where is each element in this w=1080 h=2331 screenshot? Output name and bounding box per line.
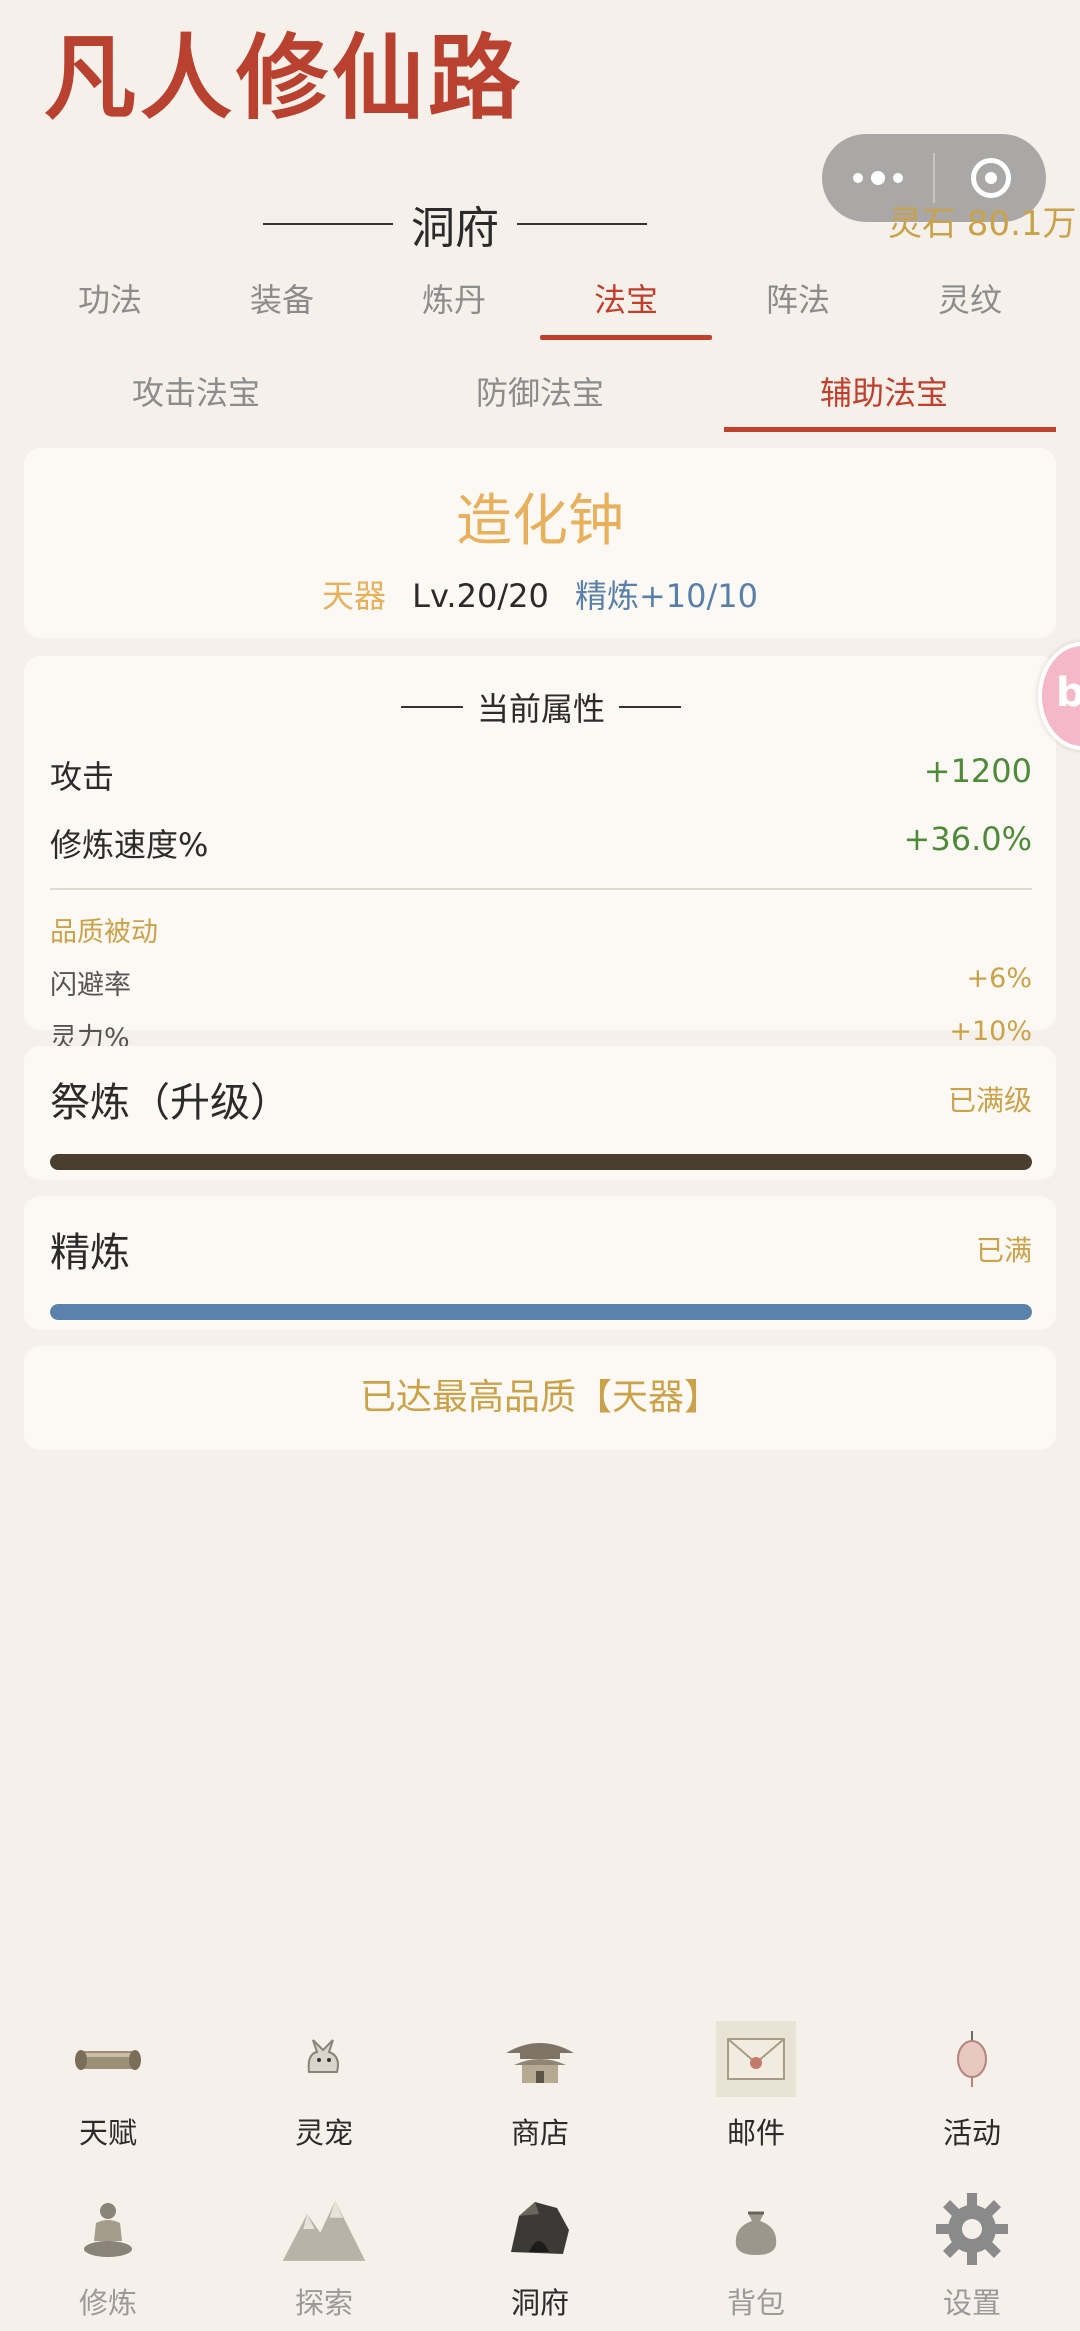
passive-row: 闪避率 +6% <box>50 963 1032 1002</box>
attributes-heading-text: 当前属性 <box>476 690 605 728</box>
attribute-name: 攻击 <box>50 758 115 796</box>
spirit-fox-icon <box>279 2014 369 2104</box>
attributes-divider <box>50 888 1032 890</box>
upgrade-progress-bar <box>50 1154 1032 1170</box>
item-level: Lv.20/20 <box>412 577 549 615</box>
pouch-icon <box>711 2184 801 2274</box>
tab-formation[interactable]: 阵法 <box>712 270 884 342</box>
subtab-support-treasure[interactable]: 辅助法宝 <box>712 362 1056 434</box>
passive-title: 品质被动 <box>50 917 158 948</box>
attribute-row: 修炼速度% +36.0% <box>50 820 1032 866</box>
title-line-right <box>517 223 647 225</box>
main-tabs: 功法 装备 炼丹 法宝 阵法 灵纹 <box>24 270 1056 342</box>
item-meta: 天器 Lv.20/20 精炼+10/10 <box>24 571 1056 617</box>
subtab-defense-treasure[interactable]: 防御法宝 <box>368 362 712 434</box>
tab-spirit-pattern[interactable]: 灵纹 <box>884 270 1056 342</box>
nav-explore[interactable]: 探索 <box>216 2184 432 2322</box>
more-dots-icon <box>852 171 903 185</box>
max-quality-note: 已达最高品质【天器】 <box>24 1346 1056 1450</box>
upgrade-card: 祭炼（升级） 已满级 <box>24 1046 1056 1180</box>
refine-status: 已满 <box>975 1234 1032 1267</box>
attribute-value: +1200 <box>923 752 1032 790</box>
nav-activity[interactable]: 活动 <box>864 2014 1080 2152</box>
meditation-icon <box>63 2184 153 2274</box>
nav-label: 洞府 <box>510 2286 569 2320</box>
nav-label: 探索 <box>294 2286 353 2320</box>
passive-value: +6% <box>966 963 1032 994</box>
tab-alchemy[interactable]: 炼丹 <box>368 270 540 342</box>
heading-line-right <box>619 706 681 708</box>
cave-rock-icon <box>495 2184 585 2274</box>
bottom-nav-top: 天赋 灵宠 商店 邮件 活动 <box>0 2014 1080 2152</box>
nav-label: 灵宠 <box>294 2116 353 2150</box>
pavilion-icon <box>495 2014 585 2104</box>
attributes-heading: 当前属性 <box>50 684 1032 730</box>
envelope-icon <box>711 2014 801 2104</box>
nav-shop[interactable]: 商店 <box>432 2014 648 2152</box>
nav-label: 修炼 <box>78 2286 137 2320</box>
section-title: 洞府 <box>0 192 910 256</box>
refine-label: 精炼 <box>50 1230 130 1276</box>
nav-spirit-pet[interactable]: 灵宠 <box>216 2014 432 2152</box>
nav-label: 背包 <box>726 2286 785 2320</box>
target-icon <box>970 158 1011 198</box>
scroll-icon <box>63 2014 153 2104</box>
title-line-left <box>263 223 393 225</box>
nav-label: 邮件 <box>726 2116 785 2150</box>
subtab-attack-treasure[interactable]: 攻击法宝 <box>24 362 368 434</box>
attribute-value: +36.0% <box>903 820 1032 858</box>
app-title: 凡人修仙路 <box>44 24 525 132</box>
section-title-text: 洞府 <box>411 203 499 254</box>
gear-icon <box>927 2184 1017 2274</box>
item-grade: 天器 <box>321 577 386 615</box>
bubble-glyph-icon: b <box>1056 670 1080 716</box>
passive-name: 闪避率 <box>50 970 131 1001</box>
refine-progress-bar <box>50 1304 1032 1320</box>
upgrade-label: 祭炼（升级） <box>50 1080 290 1126</box>
upgrade-progress-fill <box>50 1154 1032 1170</box>
nav-mail[interactable]: 邮件 <box>648 2014 864 2152</box>
attributes-card: 当前属性 攻击 +1200 修炼速度% +36.0% 品质被动 闪避率 +6% … <box>24 656 1056 1054</box>
nav-label: 设置 <box>942 2286 1001 2320</box>
lantern-icon <box>927 2014 1017 2104</box>
item-refine: 精炼+10/10 <box>574 577 759 615</box>
mountains-icon <box>279 2184 369 2274</box>
refine-progress-fill <box>50 1304 1032 1320</box>
heading-line-left <box>400 706 463 708</box>
tab-equipment[interactable]: 装备 <box>196 270 368 342</box>
nav-backpack[interactable]: 背包 <box>648 2184 864 2322</box>
refine-card: 精炼 已满 <box>24 1196 1056 1330</box>
nav-label: 商店 <box>510 2116 569 2150</box>
nav-settings[interactable]: 设置 <box>864 2184 1080 2322</box>
nav-talent[interactable]: 天赋 <box>0 2014 216 2152</box>
attribute-row: 攻击 +1200 <box>50 752 1032 798</box>
nav-cultivation[interactable]: 修炼 <box>0 2184 216 2322</box>
nav-label: 活动 <box>942 2116 1001 2150</box>
attribute-name: 修炼速度% <box>50 826 209 864</box>
nav-label: 天赋 <box>78 2116 137 2150</box>
bottom-nav-bottom: 修炼 探索 洞府 背包 设置 <box>0 2184 1080 2322</box>
item-name: 造化钟 <box>456 489 624 554</box>
tab-treasure[interactable]: 法宝 <box>540 270 712 342</box>
spirit-stone-balance: 灵石 80.1万 <box>888 204 1077 244</box>
tab-gongfa[interactable]: 功法 <box>24 270 196 342</box>
item-card: 造化钟 天器 Lv.20/20 精炼+10/10 <box>24 448 1056 638</box>
nav-cave-dwelling[interactable]: 洞府 <box>432 2184 648 2322</box>
upgrade-status: 已满级 <box>947 1084 1032 1117</box>
treasure-subtabs: 攻击法宝 防御法宝 辅助法宝 <box>24 362 1056 434</box>
